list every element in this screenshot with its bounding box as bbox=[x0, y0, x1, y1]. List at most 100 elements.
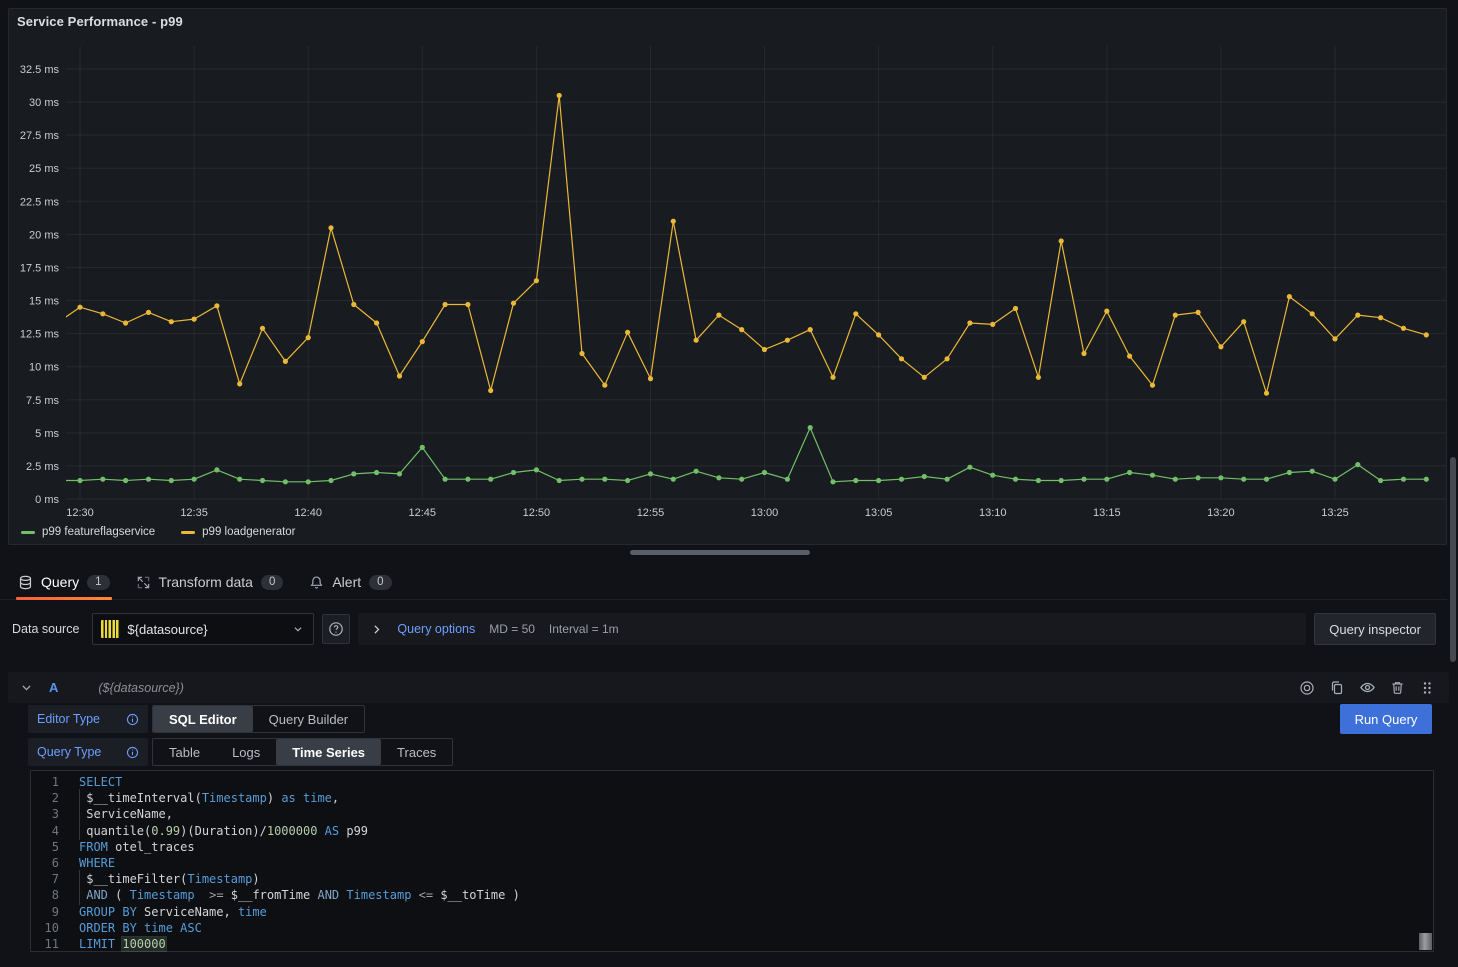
transform-icon bbox=[136, 575, 151, 590]
code-line[interactable]: 3 ServiceName, bbox=[31, 806, 1433, 822]
chevron-down-icon[interactable] bbox=[20, 681, 33, 694]
code-line[interactable]: 4 quantile(0.99)(Duration)/1000000 AS p9… bbox=[31, 823, 1433, 839]
editor-type-option-query-builder[interactable]: Query Builder bbox=[253, 706, 364, 732]
query-type-option-traces[interactable]: Traces bbox=[381, 739, 452, 765]
y-tick-label: 25 ms bbox=[29, 163, 59, 175]
tab-query[interactable]: Query 1 bbox=[16, 565, 112, 599]
query-type-toggle: Table Logs Time Series Traces bbox=[152, 738, 453, 766]
code-token: , bbox=[332, 791, 339, 805]
code-token: time bbox=[144, 921, 173, 935]
tab-count-badge: 0 bbox=[261, 575, 283, 590]
code-text[interactable]: quantile(0.99)(Duration)/1000000 AS p99 bbox=[79, 823, 368, 839]
editor-type-label-box: Editor Type bbox=[28, 705, 148, 733]
code-line[interactable]: 11 LIMIT 100000 bbox=[31, 936, 1433, 952]
query-type-option-time-series[interactable]: Time Series bbox=[276, 739, 381, 765]
sql-code-editor[interactable]: 1 SELECT2 $__timeInterval(Timestamp) as t… bbox=[30, 770, 1434, 952]
code-line[interactable]: 1 SELECT bbox=[31, 774, 1433, 790]
code-token: ServiceName, bbox=[137, 905, 238, 919]
code-line[interactable]: 8 AND ( Timestamp >= $__fromTime AND Tim… bbox=[31, 887, 1433, 903]
query-type-row: Query Type Table Logs Time Series Traces bbox=[28, 738, 453, 766]
datasource-help-button[interactable] bbox=[322, 614, 350, 644]
code-token: Timestamp bbox=[202, 791, 267, 805]
info-circle-icon[interactable] bbox=[126, 746, 139, 759]
editor-tab-bar: Query 1 Transform data 0 Alert 0 bbox=[0, 565, 1447, 600]
code-text[interactable]: LIMIT 100000 bbox=[79, 936, 166, 952]
tab-alert[interactable]: Alert 0 bbox=[307, 565, 393, 599]
query-type-option-logs[interactable]: Logs bbox=[216, 739, 276, 765]
eye-icon[interactable] bbox=[1357, 678, 1377, 698]
trash-icon[interactable] bbox=[1387, 678, 1407, 698]
code-line[interactable]: 5FROM otel_traces bbox=[31, 839, 1433, 855]
tab-label: Alert bbox=[332, 574, 361, 590]
code-token: ) bbox=[267, 791, 281, 805]
drag-handle-icon[interactable] bbox=[1417, 678, 1437, 698]
code-line[interactable]: 7 $__timeFilter(Timestamp) bbox=[31, 871, 1433, 887]
info-circle-icon[interactable] bbox=[126, 713, 139, 726]
code-token: Timestamp bbox=[346, 888, 411, 902]
y-tick-label: 15 ms bbox=[29, 296, 59, 308]
code-line[interactable]: 2 $__timeInterval(Timestamp) as time, bbox=[31, 790, 1433, 806]
query-type-option-table[interactable]: Table bbox=[153, 739, 216, 765]
code-token: ORDER BY bbox=[79, 921, 137, 935]
code-text[interactable]: ORDER BY time ASC bbox=[79, 920, 202, 936]
page-vertical-scrollbar-thumb[interactable] bbox=[1450, 457, 1456, 662]
x-tick-label: 12:50 bbox=[523, 507, 551, 519]
editor-type-toggle: SQL Editor Query Builder bbox=[152, 705, 365, 733]
code-text[interactable]: $__timeFilter(Timestamp) bbox=[79, 871, 260, 887]
y-tick-label: 30 ms bbox=[29, 97, 59, 109]
y-tick-label: 32.5 ms bbox=[20, 64, 60, 76]
code-token: AND bbox=[86, 888, 108, 902]
query-row-header[interactable]: A (${datasource}) bbox=[8, 672, 1449, 703]
y-tick-label: 12.5 ms bbox=[20, 329, 60, 341]
legend-item-featureflagservice[interactable]: p99 featureflagservice bbox=[21, 526, 155, 538]
timeseries-chart[interactable]: 0 ms2.5 ms5 ms7.5 ms10 ms12.5 ms15 ms17.… bbox=[9, 39, 1446, 539]
chevron-down-icon bbox=[291, 622, 305, 636]
run-query-button[interactable]: Run Query bbox=[1340, 704, 1432, 734]
code-text[interactable]: WHERE bbox=[79, 855, 115, 871]
database-icon bbox=[18, 575, 33, 590]
code-lines[interactable]: 1 SELECT2 $__timeInterval(Timestamp) as t… bbox=[31, 771, 1433, 952]
editor-scrollbar-thumb[interactable] bbox=[1419, 933, 1432, 950]
code-line[interactable]: 6 WHERE bbox=[31, 855, 1433, 871]
x-tick-label: 13:25 bbox=[1321, 507, 1349, 519]
x-tick-label: 12:30 bbox=[66, 507, 94, 519]
code-token: ASC bbox=[180, 921, 202, 935]
code-line[interactable]: 9GROUP BY ServiceName, time bbox=[31, 904, 1433, 920]
code-line[interactable]: 10ORDER BY time ASC bbox=[31, 920, 1433, 936]
y-tick-label: 2.5 ms bbox=[26, 461, 60, 473]
datasource-row: Data source ${datasource} Query options … bbox=[12, 613, 1436, 645]
line-number: 6 bbox=[31, 855, 59, 871]
copy-icon[interactable] bbox=[1327, 678, 1347, 698]
tab-transform-data[interactable]: Transform data 0 bbox=[134, 565, 286, 599]
datasource-picker[interactable]: ${datasource} bbox=[92, 613, 314, 645]
line-number: 11 bbox=[31, 936, 59, 952]
query-options-toggle[interactable]: Query options MD = 50 Interval = 1m bbox=[358, 613, 1306, 645]
code-text[interactable]: GROUP BY ServiceName, time bbox=[79, 904, 267, 920]
horizontal-scrollbar-thumb[interactable] bbox=[630, 550, 810, 555]
code-token bbox=[296, 791, 303, 805]
code-text[interactable]: $__timeInterval(Timestamp) as time, bbox=[79, 790, 339, 806]
code-text[interactable]: FROM otel_traces bbox=[79, 839, 195, 855]
code-text[interactable]: ServiceName, bbox=[79, 806, 173, 822]
code-token: $__timeInterval( bbox=[79, 791, 202, 805]
code-text[interactable]: AND ( Timestamp >= $__fromTime AND Times… bbox=[79, 887, 520, 903]
code-token bbox=[317, 824, 324, 838]
code-token: AND bbox=[317, 888, 339, 902]
x-tick-label: 12:35 bbox=[180, 507, 208, 519]
line-number: 1 bbox=[31, 774, 59, 790]
legend-item-loadgenerator[interactable]: p99 loadgenerator bbox=[181, 526, 295, 538]
code-token: SELECT bbox=[79, 775, 122, 789]
x-tick-label: 13:00 bbox=[751, 507, 779, 519]
code-text[interactable]: SELECT bbox=[79, 774, 122, 790]
series-color-swatch bbox=[21, 531, 35, 534]
tab-label: Transform data bbox=[159, 574, 253, 590]
record-icon[interactable] bbox=[1297, 678, 1317, 698]
query-type-label: Query Type bbox=[37, 745, 101, 759]
code-token: >= bbox=[209, 888, 223, 902]
query-inspector-button[interactable]: Query inspector bbox=[1314, 613, 1436, 645]
code-token: ( bbox=[108, 888, 130, 902]
grafana-panel-edit-screen: Service Performance - p99 0 ms2.5 ms5 ms… bbox=[0, 0, 1458, 967]
code-token: ) bbox=[252, 872, 259, 886]
code-token: 1000000 bbox=[267, 824, 318, 838]
editor-type-option-sql-editor[interactable]: SQL Editor bbox=[153, 706, 253, 732]
